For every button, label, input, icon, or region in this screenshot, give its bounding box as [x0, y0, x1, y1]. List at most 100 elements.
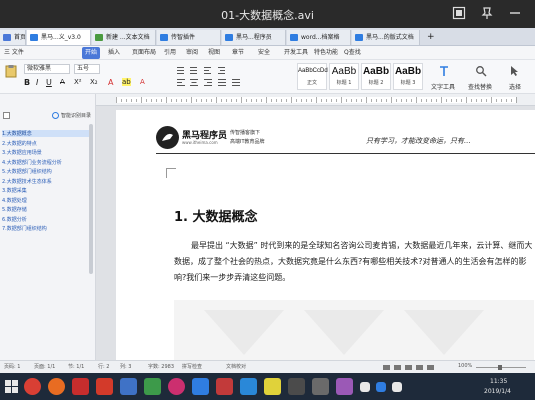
tab-2[interactable]: 新建 ...文本文档	[92, 30, 156, 45]
menu-item-10[interactable]: 特色功能	[314, 47, 338, 59]
wps-sheet-icon[interactable]	[144, 378, 161, 395]
outline-item[interactable]: 2.大数据技术生态体系	[2, 178, 52, 185]
outline-item[interactable]: 1.大数据概念	[2, 130, 92, 137]
select-label[interactable]: 选择	[509, 82, 521, 91]
checkbox-icon[interactable]	[3, 112, 10, 119]
tab-3[interactable]: 传智插件	[157, 30, 221, 45]
menu-item-4[interactable]: 引用	[164, 47, 176, 59]
status-words[interactable]: 字数: 2983	[148, 363, 174, 370]
tab-6[interactable]: 黑马...的版式文档	[352, 30, 420, 45]
nav-scrollbar[interactable]	[89, 124, 93, 274]
section-heading: 1. 大数据概念	[174, 210, 258, 225]
style-heading-3[interactable]: AaBb 标题 3	[393, 63, 423, 90]
status-col: 列: 3	[120, 364, 132, 370]
status-doc-check[interactable]: 文档校对	[226, 363, 246, 370]
find-replace-icon[interactable]	[475, 65, 487, 77]
taskbar-date[interactable]: 2019/1/4	[484, 388, 511, 395]
wps-writer-icon[interactable]	[72, 378, 89, 395]
navigation-pane: 智能识别目录 1.大数据概念 2.大数据的特点 3.大数据应用场景 4.大数据部门业务…	[0, 94, 96, 360]
chrome-icon[interactable]	[24, 378, 41, 395]
superscript-icon[interactable]: X²	[74, 78, 82, 86]
smart-toc-label[interactable]: 智能识别目录	[61, 112, 91, 119]
outline-item[interactable]: 4.数据处理	[2, 197, 27, 204]
logo-tagline-1: 传智播客旗下	[230, 130, 261, 136]
italic-icon[interactable]: I	[36, 78, 38, 87]
file-explorer-icon[interactable]	[120, 378, 137, 395]
document-page[interactable]: 黑马程序员 www.itheima.com 传智播客旗下 高端IT教育品牌 只有…	[116, 110, 535, 360]
menu-item-7[interactable]: 章节	[232, 47, 244, 59]
text-tools-icon[interactable]	[438, 65, 450, 77]
notes-app-icon[interactable]	[264, 378, 281, 395]
system-tray-icon[interactable]	[360, 382, 370, 392]
video-app-icon[interactable]	[240, 378, 257, 395]
menu-item-9[interactable]: 开发工具	[284, 47, 308, 59]
smart-toc-icon[interactable]	[52, 112, 59, 119]
logo-tagline-2: 高端IT教育品牌	[230, 139, 265, 145]
start-icon[interactable]	[3, 378, 20, 395]
outline-item[interactable]: 7.数据部门组织结构	[2, 225, 47, 232]
menu-item-8[interactable]: 安全	[258, 47, 270, 59]
list-icons[interactable]	[176, 65, 236, 75]
menu-item-6[interactable]: 视图	[208, 47, 220, 59]
settings-app-icon[interactable]	[312, 378, 329, 395]
status-spell[interactable]: 拼写检查	[182, 363, 202, 370]
style-heading-2[interactable]: AaBb 标题 2	[361, 63, 391, 90]
find-replace-label[interactable]: 查找替换	[468, 82, 492, 91]
outline-item[interactable]: 3.数据采集	[2, 187, 27, 194]
font-size-select[interactable]: 五号	[74, 64, 100, 74]
media-player-icon[interactable]	[168, 378, 185, 395]
tab-label: 黑马...程序员	[236, 34, 272, 41]
outline-item[interactable]: 3.大数据应用场景	[2, 149, 42, 156]
view-mode-icons[interactable]	[382, 364, 442, 371]
strikethrough-icon[interactable]: A	[60, 78, 65, 86]
underline-icon[interactable]: U	[46, 78, 52, 87]
taskbar-time[interactable]: 11:35	[490, 378, 507, 385]
document-tab-strip: 首页 黑马...义_v3.0 新建 ...文本文档 传智插件 黑马...程序员 word.…	[0, 28, 535, 46]
font-color-icon[interactable]: A	[108, 78, 113, 87]
pin-icon[interactable]	[480, 6, 494, 20]
firefox-icon[interactable]	[48, 378, 65, 395]
horizontal-ruler[interactable]	[96, 94, 535, 106]
misc-app-icon[interactable]	[336, 378, 353, 395]
subscript-icon[interactable]: X₂	[90, 78, 98, 86]
char-shading-icon[interactable]: A	[140, 78, 145, 86]
text-tools-label[interactable]: 文字工具	[431, 82, 455, 91]
menu-item-0[interactable]: 三 文件	[4, 47, 24, 59]
outline-item[interactable]: 2.大数据的特点	[2, 140, 37, 147]
tab-1[interactable]: 黑马...义_v3.0	[27, 30, 91, 45]
document-icon	[160, 34, 168, 41]
outline-item[interactable]: 4.大数据部门业务流程分析	[2, 159, 62, 166]
new-tab-button[interactable]: +	[423, 30, 437, 45]
select-icon[interactable]	[508, 65, 520, 77]
menu-item-11[interactable]: Q查找	[344, 47, 361, 59]
app-red-icon[interactable]	[216, 378, 233, 395]
outline-item[interactable]: 5.数据存储	[2, 206, 27, 213]
style-heading-1[interactable]: AaBb 标题 1	[329, 63, 359, 90]
document-icon	[225, 34, 233, 41]
bold-icon[interactable]: B	[24, 78, 30, 87]
volume-tray-icon[interactable]	[392, 382, 402, 392]
alignment-icons[interactable]	[176, 78, 256, 88]
status-page: 页码: 1	[4, 364, 21, 370]
highlight-icon[interactable]: ab	[122, 78, 131, 86]
menu-item-1[interactable]: 开始	[82, 47, 101, 59]
menu-item-2[interactable]: 插入	[108, 47, 120, 59]
style-normal[interactable]: AaBbCcDd 正文	[297, 63, 328, 90]
font-name-select[interactable]: 微软雅黑	[24, 64, 70, 74]
wps-presentation-icon[interactable]	[96, 378, 113, 395]
paste-icon[interactable]	[4, 64, 18, 78]
screenshot-icon[interactable]	[452, 6, 466, 20]
menu-item-3[interactable]: 页面布局	[132, 47, 156, 59]
outline-item[interactable]: 6.数据分析	[2, 216, 27, 223]
tab-5[interactable]: word...档案格	[287, 30, 351, 45]
minimize-icon[interactable]	[508, 6, 522, 20]
wps-office-icon[interactable]	[192, 378, 209, 395]
network-tray-icon[interactable]	[376, 382, 386, 392]
terminal-icon[interactable]	[288, 378, 305, 395]
zoom-level[interactable]: 100%	[458, 363, 472, 369]
tab-4[interactable]: 黑马...程序员	[222, 30, 286, 45]
outline-item[interactable]: 5.大数据部门组织结构	[2, 168, 52, 175]
menu-item-5[interactable]: 审阅	[186, 47, 198, 59]
zoom-thumb[interactable]	[498, 365, 502, 370]
tab-0[interactable]: 首页	[0, 30, 26, 45]
